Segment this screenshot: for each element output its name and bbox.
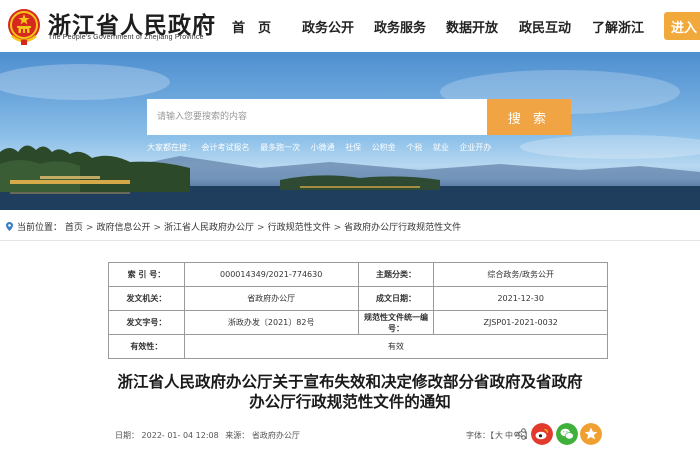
docno-value: 浙政办发〔2021〕82号 xyxy=(183,310,359,335)
breadcrumb-home[interactable]: 首页 xyxy=(65,223,83,233)
favorite-icon[interactable] xyxy=(580,423,602,445)
popular-searches-label: 大家都在搜： xyxy=(147,143,195,152)
font-size-large[interactable]: 大 xyxy=(495,431,503,440)
validity-value: 有效 xyxy=(183,334,609,359)
index-value: 000014349/2021-774630 xyxy=(183,262,359,287)
breadcrumb-normative-docs[interactable]: 行政规范性文件 xyxy=(268,223,331,233)
table-row: 发文字号： 浙政办发〔2021〕82号 规范性文件统一编号： ZJSP01-20… xyxy=(108,310,608,335)
font-size-label: 字体： xyxy=(466,431,490,440)
breadcrumb-general-office[interactable]: 浙江省人民政府办公厅 xyxy=(164,223,254,233)
code-label: 规范性文件统一编号： xyxy=(357,310,435,335)
wechat-icon[interactable] xyxy=(556,423,578,445)
document-title: 浙江省人民政府办公厅关于宣布失效和决定修改部分省政府及省政府 办公厅行政规范性文… xyxy=(0,372,700,412)
nav-public-interaction[interactable]: 政民互动 xyxy=(519,17,571,36)
nav-home[interactable]: 首 页 xyxy=(232,17,271,36)
issuer-value: 省政府办公厅 xyxy=(183,286,359,311)
nav-about-zhejiang[interactable]: 了解浙江 xyxy=(592,17,644,36)
document-title-line-1: 浙江省人民政府办公厅关于宣布失效和决定修改部分省政府及省政府 xyxy=(117,373,583,391)
date-value: 2021-12-30 xyxy=(433,286,608,311)
breadcrumb: 当前位置： 首页 > 政府信息公开 > 浙江省人民政府办公厅 > 行政规范性文件 > 省政府办公… xyxy=(6,220,461,233)
docno-label: 发文字号： xyxy=(108,310,185,335)
quick-link-run-once[interactable]: 最多跑一次 xyxy=(260,143,300,152)
topic-value: 综合政务/政务公开 xyxy=(433,262,608,287)
enter-button[interactable]: 进入 xyxy=(664,12,700,40)
table-row: 索 引 号： 000014349/2021-774630 主题分类： 综合政务/… xyxy=(108,262,608,287)
publish-date-label: 日期： xyxy=(115,431,139,440)
table-row: 发文机关： 省政府办公厅 成文日期： 2021-12-30 xyxy=(108,286,608,311)
site-header: 浙江省人民政府 The People's Government of Zheji… xyxy=(0,0,700,52)
issuer-label: 发文机关： xyxy=(108,286,185,311)
publish-date-value: 2022- 01- 04 12:08 xyxy=(141,431,219,440)
breadcrumb-divider xyxy=(0,240,700,241)
quick-link-housing-fund[interactable]: 公积金 xyxy=(372,143,396,152)
share-icon[interactable] xyxy=(514,428,526,440)
code-value: ZJSP01-2021-0032 xyxy=(433,310,608,335)
source-value: 省政府办公厅 xyxy=(251,431,300,440)
location-pin-icon xyxy=(6,222,13,231)
quick-link-social-security[interactable]: 社保 xyxy=(345,143,361,152)
document-info: 日期： 2022- 01- 04 12:08 来源： 省政府办公厅 xyxy=(115,430,300,441)
breadcrumb-label: 当前位置： xyxy=(17,223,63,233)
topic-label: 主题分类： xyxy=(357,262,435,287)
nav-government-affairs-open[interactable]: 政务公开 xyxy=(302,17,354,36)
hero-banner: 搜 索 大家都在搜： 会计考试报名 最多跑一次 小微通 社保 公积金 个税 就业… xyxy=(0,52,700,210)
source-label: 来源： xyxy=(225,431,250,440)
popular-searches: 大家都在搜： 会计考试报名 最多跑一次 小微通 社保 公积金 个税 就业 企业开… xyxy=(147,142,499,153)
index-label: 索 引 号： xyxy=(108,262,185,287)
document-title-line-2: 办公厅行政规范性文件的通知 xyxy=(249,393,451,411)
quick-link-income-tax[interactable]: 个税 xyxy=(406,143,422,152)
weibo-icon[interactable] xyxy=(531,423,553,445)
quick-link-business-setup[interactable]: 企业开办 xyxy=(459,143,491,152)
quick-link-accounting-exam[interactable]: 会计考试报名 xyxy=(202,143,250,152)
breadcrumb-office-normative-docs[interactable]: 省政府办公厅行政规范性文件 xyxy=(344,223,461,233)
nav-government-services[interactable]: 政务服务 xyxy=(374,17,426,36)
quick-link-xiaowei[interactable]: 小微通 xyxy=(311,143,335,152)
search-button[interactable]: 搜 索 xyxy=(487,99,571,135)
validity-label: 有效性： xyxy=(108,334,185,359)
search-input[interactable] xyxy=(147,99,487,135)
document-metadata-table: 索 引 号： 000014349/2021-774630 主题分类： 综合政务/… xyxy=(108,262,609,359)
date-label: 成文日期： xyxy=(357,286,435,311)
main-nav: 首 页 政务公开 政务服务 数据开放 政民互动 了解浙江 xyxy=(0,17,700,37)
font-size-medium[interactable]: 中 xyxy=(505,431,513,440)
quick-link-employment[interactable]: 就业 xyxy=(433,143,449,152)
table-row: 有效性： 有效 xyxy=(108,334,609,359)
nav-open-data[interactable]: 数据开放 xyxy=(446,17,498,36)
breadcrumb-info-disclosure[interactable]: 政府信息公开 xyxy=(96,223,150,233)
